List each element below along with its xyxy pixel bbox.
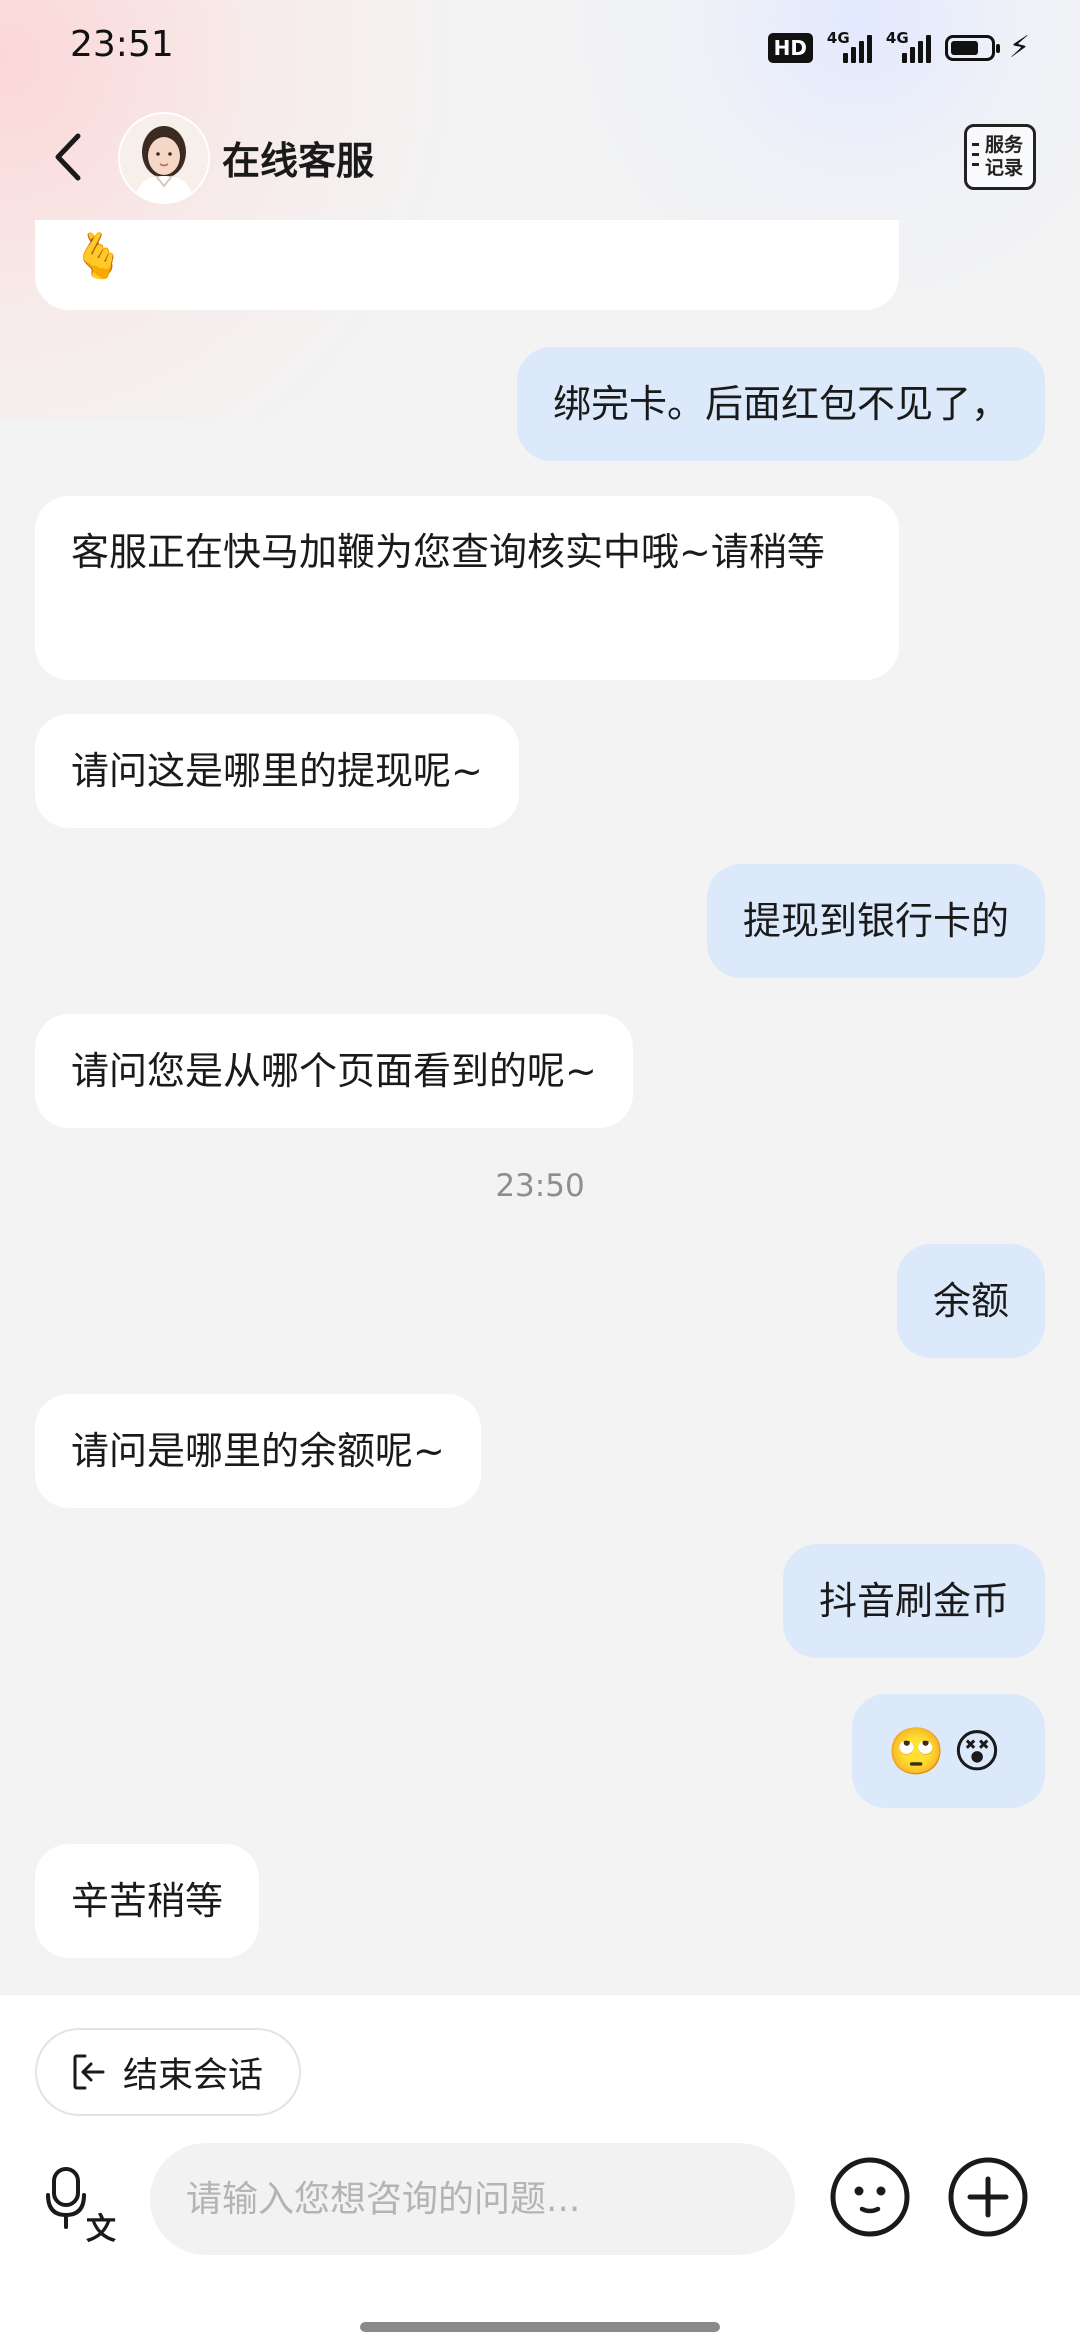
message-bubble-user: 抖音刷金币 <box>782 1544 1045 1658</box>
end-session-button[interactable]: 结束会话 <box>35 2028 302 2116</box>
agent-avatar[interactable] <box>118 112 210 204</box>
network-type-label: 4G <box>885 29 909 47</box>
message-list[interactable]: 🫰 绑完卡。后面红包不见了， 客服正在快马加鞭为您查询核实中哦~请稍等 请问这是… <box>0 220 1080 1995</box>
message-timestamp: 23:50 <box>495 1168 585 1204</box>
message-bubble-agent: 请问这是哪里的提现呢~ <box>35 714 519 828</box>
home-indicator[interactable] <box>360 2322 720 2332</box>
microphone-text-icon: 文 <box>46 2167 116 2247</box>
signal-icon: 4G <box>827 29 872 63</box>
status-bar: 23:51 HD 4G 4G ⚡ <box>0 0 1080 100</box>
message-bubble-agent: 请问您是从哪个页面看到的呢~ <box>35 1014 633 1128</box>
exit-icon <box>73 2054 105 2090</box>
more-options-button[interactable] <box>946 2155 1030 2239</box>
hd-voice-icon: HD <box>767 33 813 63</box>
smiley-icon <box>830 2157 910 2237</box>
message-bubble-user-emoji: 🙄😵 <box>851 1694 1045 1808</box>
page-title: 在线客服 <box>222 139 375 183</box>
emoji-button[interactable] <box>828 2155 912 2239</box>
agent-avatar-image <box>120 114 208 202</box>
end-session-label: 结束会话 <box>123 2055 264 2096</box>
svg-text:文: 文 <box>86 2212 116 2245</box>
message-bubble-user: 绑完卡。后面红包不见了， <box>516 347 1045 461</box>
chat-header: 在线客服 服务 记录 <box>0 100 1080 220</box>
chat-footer: 结束会话 文 <box>0 1995 1080 2340</box>
service-record-label: 记录 <box>985 157 1024 179</box>
network-type-label: 4G <box>826 29 850 47</box>
service-record-button[interactable]: 服务 记录 <box>964 124 1036 190</box>
message-bubble-user: 提现到银行卡的 <box>706 864 1045 978</box>
charging-icon: ⚡ <box>1008 30 1030 65</box>
service-record-label: 服务 <box>985 134 1024 156</box>
plus-icon <box>948 2157 1028 2237</box>
status-icons: HD 4G 4G ⚡ <box>767 28 1030 68</box>
battery-icon <box>944 35 1000 61</box>
message-bubble-agent: 辛苦稍等 <box>35 1844 260 1958</box>
status-time: 23:51 <box>70 24 174 65</box>
message-input[interactable] <box>150 2143 795 2255</box>
back-button[interactable] <box>44 122 94 192</box>
message-bubble-agent: 请问是哪里的余额呢~ <box>35 1394 481 1508</box>
message-bubble-user: 余额 <box>896 1244 1045 1358</box>
back-arrow-icon <box>55 133 81 181</box>
voice-to-text-button[interactable]: 文 <box>44 2165 120 2247</box>
message-bubble-agent: 🫰 <box>35 220 899 310</box>
signal-icon: 4G <box>886 29 931 63</box>
finger-heart-emoji: 🫰 <box>71 231 126 282</box>
message-bubble-agent: 客服正在快马加鞭为您查询核实中哦~请稍等 <box>35 496 899 680</box>
